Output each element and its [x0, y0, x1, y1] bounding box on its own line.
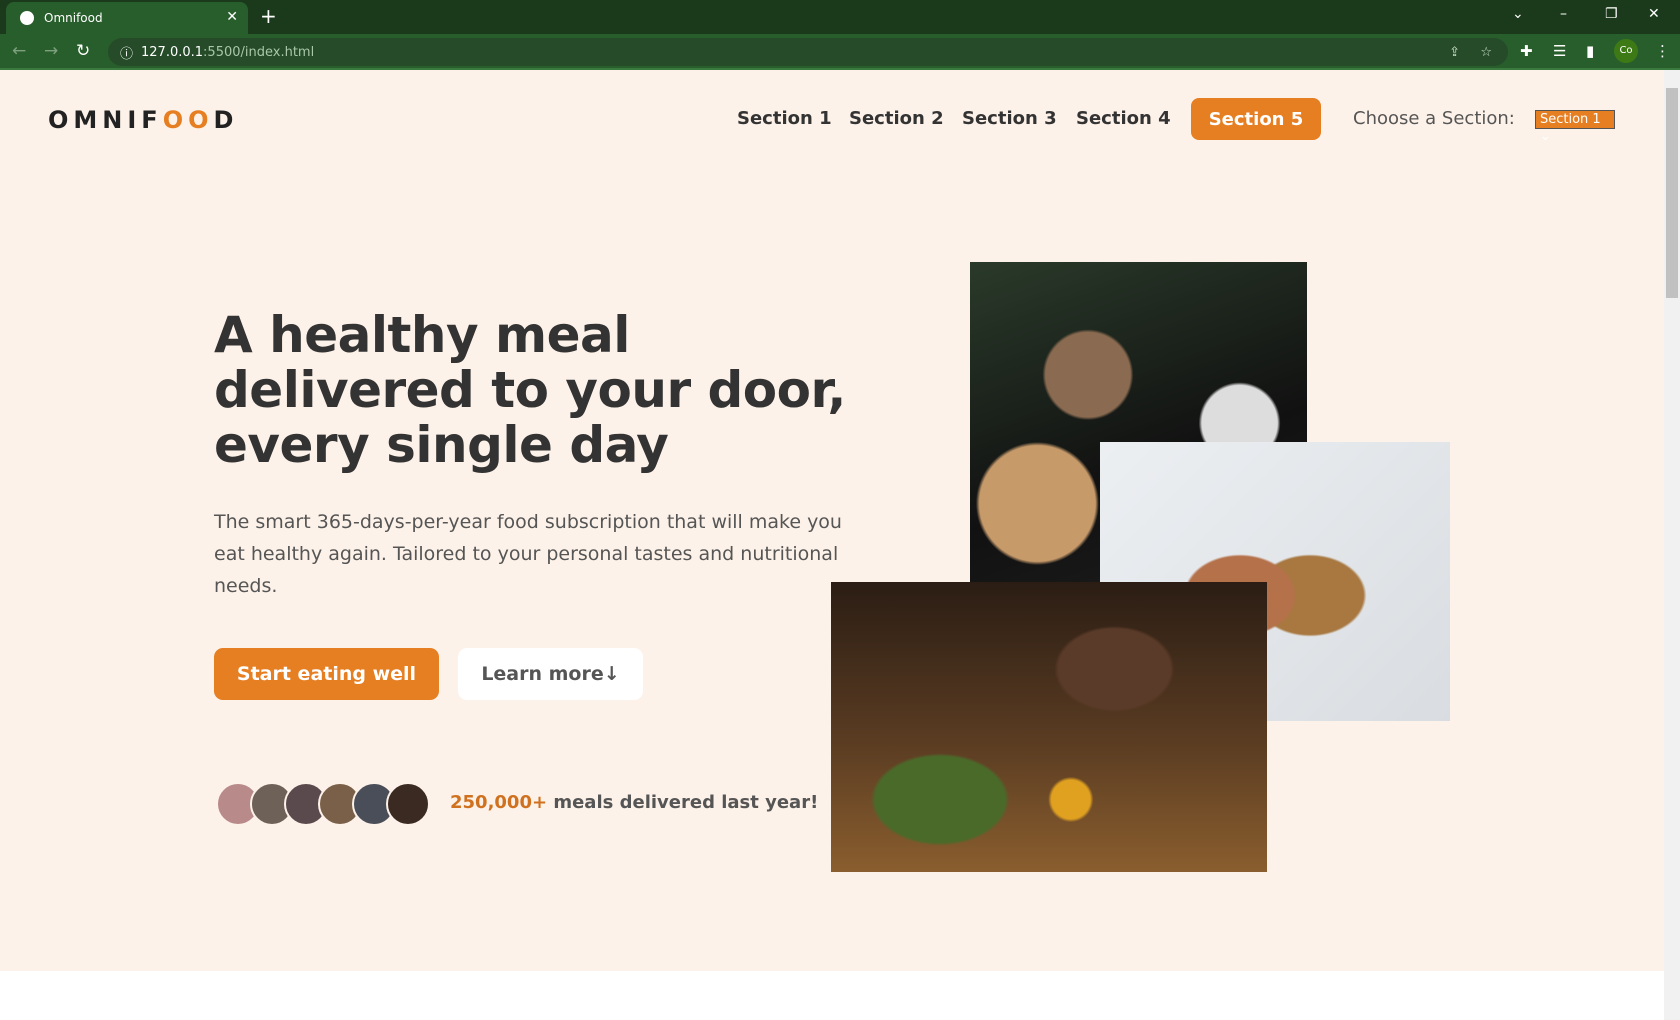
address-bar[interactable]: ⓘ 127.0.0.1:5500/index.html ⇪ ☆ [108, 38, 1508, 66]
reading-list-icon[interactable]: ☰ [1553, 42, 1566, 60]
share-icon[interactable]: ⇪ [1449, 45, 1460, 60]
tab-search-icon[interactable]: ⌄ [1512, 6, 1524, 22]
section-select[interactable]: Section 1 ⌄ [1535, 110, 1615, 144]
menu-icon[interactable]: ⋮ [1655, 42, 1670, 60]
chevron-down-icon: ⌄ [1540, 129, 1551, 144]
tab-title: Omnifood [44, 11, 103, 25]
nav-section-1[interactable]: Section 1 [737, 108, 832, 129]
close-window-button[interactable]: ✕ [1648, 6, 1660, 22]
bookmark-star-icon[interactable]: ☆ [1480, 45, 1492, 60]
hero-section: OMNIFOOD Section 1 Section 2 Section 3 S… [0, 70, 1664, 971]
extensions-icon[interactable]: ✚ [1520, 42, 1533, 60]
minimize-button[interactable]: – [1560, 6, 1567, 22]
learn-more-button[interactable]: Learn more↓ [458, 648, 643, 700]
side-panel-icon[interactable]: ▮ [1586, 42, 1594, 60]
choose-section-label: Choose a Section: [1353, 108, 1515, 129]
meals-delivered-text: 250,000+ meals delivered last year! [450, 792, 818, 813]
hero-title: A healthy meal delivered to your door, e… [214, 306, 846, 474]
logo-infinity: OO [162, 106, 214, 134]
profile-avatar[interactable]: Co [1614, 39, 1638, 63]
info-icon: ⓘ [120, 46, 134, 62]
globe-icon [20, 11, 34, 25]
nav-section-3[interactable]: Section 3 [962, 108, 1057, 129]
hero-image-woman-eating [831, 582, 1267, 872]
page: OMNIFOOD Section 1 Section 2 Section 3 S… [0, 70, 1664, 1020]
close-tab-icon[interactable]: ✕ [226, 9, 238, 25]
meals-count: 250,000+ [450, 792, 548, 813]
avatar [386, 782, 430, 826]
tab-bar: Omnifood ✕ + ⌄ – ❐ ✕ [0, 0, 1680, 34]
scrollbar-thumb[interactable] [1666, 88, 1678, 298]
nav-section-4[interactable]: Section 4 [1076, 108, 1171, 129]
nav-section-2[interactable]: Section 2 [849, 108, 944, 129]
meals-label: meals delivered last year! [547, 792, 819, 813]
browser-tab[interactable]: Omnifood ✕ [6, 2, 248, 34]
nav-section-5-button[interactable]: Section 5 [1191, 98, 1321, 140]
start-eating-well-button[interactable]: Start eating well [214, 648, 439, 700]
reload-icon[interactable]: ↻ [76, 41, 90, 61]
url-path: :5500/index.html [203, 44, 315, 60]
logo-text-end: D [213, 106, 239, 134]
new-tab-button[interactable]: + [260, 4, 277, 28]
forward-icon[interactable]: → [44, 41, 58, 61]
scrollbar[interactable] [1664, 70, 1680, 1020]
url-host: 127.0.0.1 [141, 44, 204, 60]
logo[interactable]: OMNIFOOD [48, 106, 238, 134]
select-value: Section 1 [1540, 112, 1601, 127]
browser-toolbar: ← → ↻ ⓘ 127.0.0.1:5500/index.html ⇪ ☆ ✚ ☰… [0, 34, 1680, 70]
hero-description: The smart 365-days-per-year food subscri… [214, 511, 842, 597]
logo-text: OMNIF [48, 106, 163, 134]
back-icon[interactable]: ← [12, 41, 26, 61]
restore-button[interactable]: ❐ [1605, 6, 1618, 22]
